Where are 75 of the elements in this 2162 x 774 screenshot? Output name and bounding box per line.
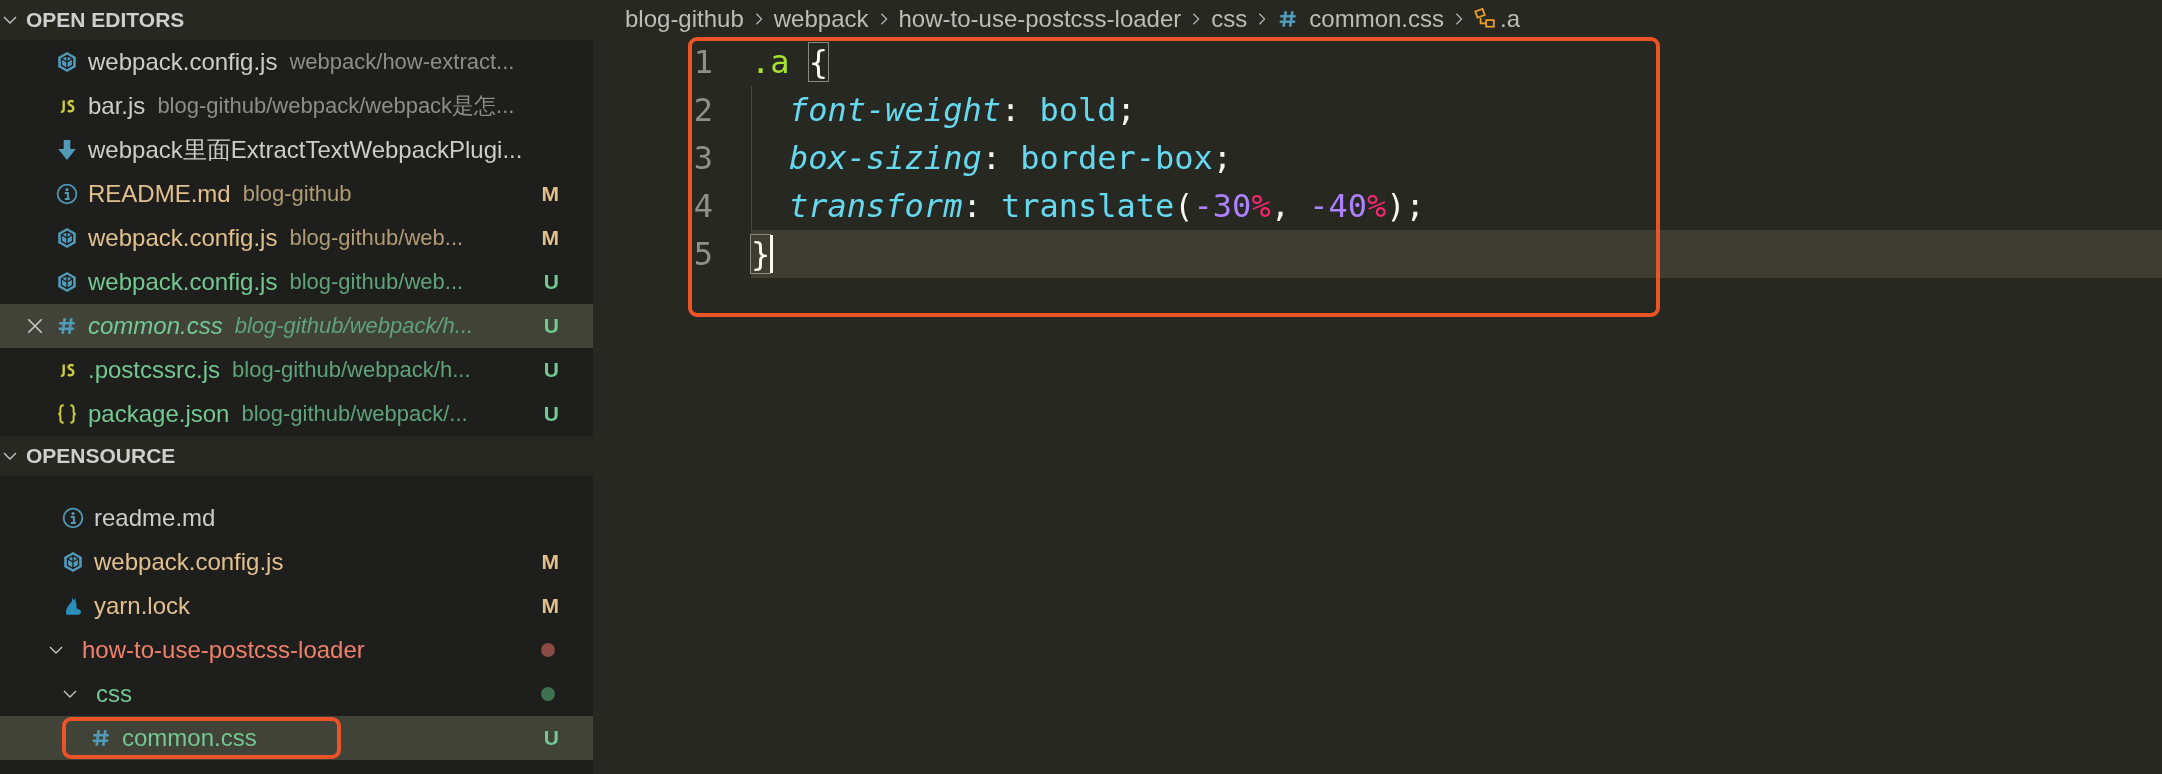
git-status-letter: M [541, 594, 559, 618]
file-name: readme.md [94, 504, 216, 532]
file-path: blog-github/webpack/... [241, 401, 468, 427]
open-editor-item[interactable]: webpack.config.js blog-github/web... U [0, 260, 593, 304]
cube-icon [56, 271, 78, 293]
file-name: common.css [122, 724, 257, 752]
folder-name: how-to-use-postcss-loader [82, 636, 365, 664]
file-tree-item[interactable]: css [0, 672, 593, 716]
code-line: box-sizing: border-box; [751, 134, 2162, 182]
line-number: 2 [692, 91, 714, 129]
file-tree-item[interactable]: how-to-use-postcss-loader [0, 628, 593, 672]
breadcrumb-item[interactable]: how-to-use-postcss-loader [898, 5, 1182, 33]
file-name: README.md [88, 180, 231, 208]
file-tree-item[interactable]: readme.md [0, 496, 593, 540]
file-path: blog-github/webpack/h... [232, 357, 471, 383]
open-editor-item[interactable]: common.css blog-github/webpack/h... U [0, 304, 593, 348]
open-editor-item[interactable]: package.json blog-github/webpack/... U [0, 392, 593, 436]
file-path: blog-github/webpack/h... [234, 313, 474, 339]
file-name: package.json [88, 400, 230, 428]
file-path: blog-github [242, 181, 352, 207]
git-status-letter: U [543, 358, 559, 382]
git-status-letter: M [541, 182, 559, 206]
breadcrumb-item[interactable]: blog-github [625, 5, 744, 33]
file-name: .postcssrc.js [88, 356, 221, 384]
section-header[interactable]: OPEN EDITORS [0, 0, 593, 40]
git-status-letter: U [543, 270, 559, 294]
git-status-letter: M [541, 226, 559, 250]
file-name: bar.js [88, 92, 146, 120]
breadcrumb-item[interactable]: css [1211, 5, 1248, 33]
file-name: webpack里面ExtractTextWebpackPlugi... [88, 135, 523, 165]
breadcrumb-item[interactable]: webpack [773, 5, 869, 33]
git-status-letter: U [543, 314, 559, 338]
file-path: blog-github/web... [289, 225, 464, 251]
line-number: 4 [692, 187, 714, 225]
line-number: 5 [692, 235, 714, 273]
file-name: webpack.config.js [88, 48, 278, 76]
file-name: webpack.config.js [88, 224, 278, 252]
git-status-letter: U [543, 726, 559, 750]
file-tree-item[interactable]: yarn.lock M [0, 584, 593, 628]
section-header[interactable]: OPENSOURCE [0, 436, 593, 476]
git-status-letter: M [541, 550, 559, 574]
open-editor-item[interactable]: webpack.config.js webpack/how-extract... [0, 40, 593, 84]
code-line: font-weight: bold; [751, 86, 2162, 134]
line-number: 3 [692, 139, 714, 177]
git-status-letter: U [543, 402, 559, 426]
cube-icon [56, 227, 78, 249]
file-name: webpack.config.js [94, 548, 284, 576]
info-icon [56, 183, 78, 205]
line-number: 1 [692, 43, 714, 81]
breadcrumb-item[interactable]: .a [1474, 5, 1520, 33]
down-arrow-icon [56, 139, 78, 161]
file-name: yarn.lock [94, 592, 191, 620]
cube-icon [56, 51, 78, 73]
open-editor-item[interactable]: webpack.config.js blog-github/web... M [0, 216, 593, 260]
breadcrumb-item[interactable]: common.css [1277, 5, 1444, 33]
hash-icon [90, 727, 112, 749]
file-path: blog-github/webpack/webpack是怎... [157, 92, 515, 120]
file-path: blog-github/web... [289, 269, 464, 295]
file-name: common.css [88, 312, 223, 340]
close-icon[interactable] [26, 317, 44, 335]
hash-icon [56, 315, 78, 337]
code-line: .a { [751, 42, 830, 83]
file-name: webpack.config.js [88, 268, 278, 296]
cube-icon [62, 551, 84, 573]
symbol-icon [1474, 8, 1496, 30]
open-editor-item[interactable]: webpack里面ExtractTextWebpackPlugi... [0, 128, 593, 172]
open-editor-item[interactable]: bar.js blog-github/webpack/webpack是怎... [0, 84, 593, 128]
file-tree-item[interactable]: webpack.config.js M [0, 540, 593, 584]
file-tree-item[interactable]: common.css U [0, 716, 593, 760]
info-icon [62, 507, 84, 529]
braces-icon [56, 403, 78, 425]
open-editor-item[interactable]: .postcssrc.js blog-github/webpack/h... U [0, 348, 593, 392]
open-editor-item[interactable]: README.md blog-github M [0, 172, 593, 216]
folder-name: css [96, 680, 132, 708]
file-path: webpack/how-extract... [289, 49, 515, 75]
